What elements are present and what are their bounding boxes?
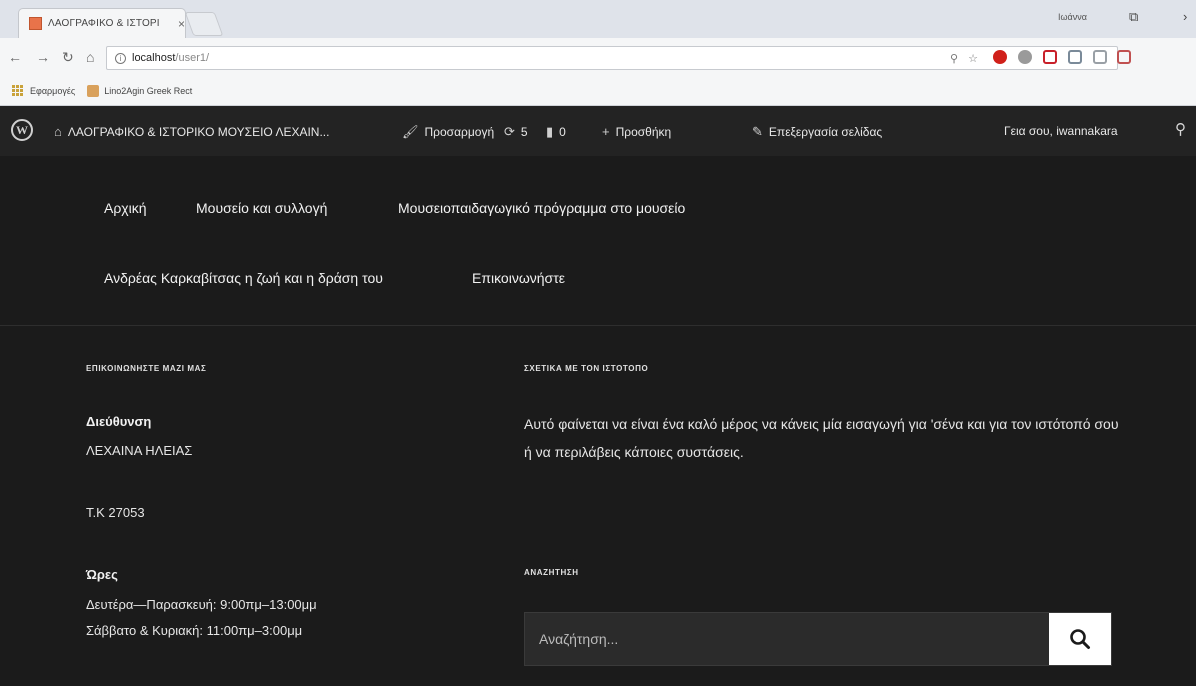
nav-karkavitsas[interactable]: Ανδρέας Καρκαβίτσας η ζωή και η δράση το… xyxy=(104,270,383,286)
window-more-icon[interactable]: › xyxy=(1183,9,1187,24)
hours-weekdays: Δευτέρα—Παρασκευή: 9:00πμ–13:00μμ xyxy=(86,597,317,612)
back-icon[interactable]: ← xyxy=(8,49,22,65)
browser-tab[interactable]: ΛΑΟΓΡΑΦΙΚΟ & ΙΣΤΟΡΙ × xyxy=(18,8,186,38)
admin-edit-page-label: Επεξεργασία σελίδας xyxy=(768,125,883,139)
primary-navigation: Αρχική Μουσείο και συλλογή Μουσειοπαιδαγ… xyxy=(0,156,1196,326)
about-text: Αυτό φαίνεται να είναι ένα καλό μέρος να… xyxy=(524,416,1119,460)
bookmark-favicon-icon xyxy=(87,84,100,97)
search-icon xyxy=(1070,629,1090,649)
shield-extension-icon[interactable] xyxy=(1117,50,1131,64)
bookmark-label: Lino2Agin Greek Rect xyxy=(104,85,193,96)
home-icon[interactable]: ⌂ xyxy=(86,49,94,65)
admin-comments[interactable]: ▮ 0 xyxy=(546,124,566,140)
admin-new[interactable]: + Προσθήκη xyxy=(602,124,671,139)
profile-name[interactable]: Ιωάννα xyxy=(1058,12,1087,22)
plus-icon: + xyxy=(602,124,610,139)
extension-puzzle-icon[interactable] xyxy=(1093,50,1107,64)
home-icon: ⌂ xyxy=(54,124,62,139)
nav-museum-collection[interactable]: Μουσείο και συλλογή xyxy=(196,200,327,216)
search-widget-title: ΑΝΑΖΗΤΗΣΗ xyxy=(524,568,579,577)
nav-education-program[interactable]: Μουσειοπαιδαγωγικό πρόγραμμα στο μουσείο xyxy=(398,200,685,216)
address-label: Διεύθυνση xyxy=(86,414,152,429)
updates-count: 5 xyxy=(520,125,528,139)
search-button[interactable] xyxy=(1049,613,1111,665)
nav-contact[interactable]: Επικοινωνήστε xyxy=(472,270,565,286)
admin-customize-label: Προσαρμογή xyxy=(424,125,495,139)
search-input[interactable] xyxy=(525,613,1049,665)
zoom-icon[interactable]: ⚲ xyxy=(950,52,958,65)
browser-tab-strip: ΛΑΟΓΡΑΦΙΚΟ & ΙΣΤΟΡΙ × Ιωάννα ⧉ › xyxy=(0,0,1196,38)
admin-account[interactable]: Γεια σου, iwannakara xyxy=(1004,124,1118,138)
omnibox-actions: ⚲ ☆ xyxy=(950,52,978,65)
bookmark-label: Εφαρμογές xyxy=(30,85,76,96)
admin-edit-page[interactable]: ✎ Επεξεργασία σελίδας xyxy=(752,124,882,140)
site-content: Αρχική Μουσείο και συλλογή Μουσειοπαιδαγ… xyxy=(0,156,1196,686)
hours-label: Ώρες xyxy=(86,567,118,582)
adblock-extension-icon[interactable] xyxy=(993,50,1007,64)
url-host: localhost xyxy=(132,52,176,64)
admin-greeting: Γεια σου, iwannakara xyxy=(1004,124,1118,138)
url-path: /user1/ xyxy=(175,52,210,64)
search-form xyxy=(524,612,1112,666)
comments-count: 0 xyxy=(559,125,566,139)
admin-site-name-label: ΛΑΟΓΡΑΦΙΚΟ & ΙΣΤΟΡΙΚΟ ΜΟΥΣΕΙΟ ΛΕΧΑΙΝ... xyxy=(67,124,330,139)
extension-icon[interactable] xyxy=(1018,50,1032,64)
pencil-icon: ✎ xyxy=(752,124,763,139)
updates-icon: ⟳ xyxy=(504,124,515,139)
about-widget-title: ΣΧΕΤΙΚΑ ΜΕ ΤΟΝ ΙΣΤΟΤΟΠΟ xyxy=(524,364,649,373)
admin-updates[interactable]: ⟳ 5 xyxy=(504,124,528,140)
contact-widget-title: ΕΠΙΚΟΙΝΩΝΗΣΤΕ ΜΑΖΙ ΜΑΣ xyxy=(86,364,207,373)
new-tab-button[interactable] xyxy=(184,12,224,36)
wordpress-logo-icon[interactable]: W xyxy=(11,119,33,141)
cast-extension-icon[interactable] xyxy=(1068,50,1082,64)
window-restore-icon[interactable]: ⧉ xyxy=(1129,9,1138,25)
bookmark-star-icon[interactable]: ☆ xyxy=(968,52,978,65)
admin-new-label: Προσθήκη xyxy=(615,124,672,139)
address-value: ΛΕΧΑΙΝΑ ΗΛΕΙΑΣ xyxy=(86,443,193,458)
tab-title: ΛΑΟΓΡΑΦΙΚΟ & ΙΣΤΟΡΙ xyxy=(48,18,160,29)
hours-weekend: Σάββατο & Κυριακή: 11:00πμ–3:00μμ xyxy=(86,623,303,638)
reload-icon[interactable]: ↻ xyxy=(62,49,74,66)
comment-icon: ▮ xyxy=(546,124,554,139)
pdf-extension-icon[interactable] xyxy=(1043,50,1057,64)
admin-customize[interactable]: 🖌 Προσαρμογή xyxy=(402,124,494,140)
info-icon[interactable]: i xyxy=(115,52,126,64)
admin-site-name[interactable]: ⌂ ΛΑΟΓΡΑΦΙΚΟ & ΙΣΤΟΡΙΚΟ ΜΟΥΣΕΙΟ ΛΕΧΑΙΝ..… xyxy=(54,124,329,139)
site-favicon-icon xyxy=(29,17,42,30)
wp-admin-bar: W ⌂ ΛΑΟΓΡΑΦΙΚΟ & ΙΣΤΟΡΙΚΟ ΜΟΥΣΕΙΟ ΛΕΧΑΙΝ… xyxy=(0,106,1196,156)
forward-icon[interactable]: → xyxy=(36,49,50,65)
brush-icon: 🖌 xyxy=(402,124,419,139)
bookmarks-bar: Εφαρμογές Lino2Agin Greek Rect xyxy=(0,76,1196,106)
apps-grid-icon xyxy=(12,84,24,97)
bookmark-lino[interactable]: Lino2Agin Greek Rect xyxy=(87,84,193,97)
admin-search-icon[interactable]: ⚲ xyxy=(1175,120,1186,138)
postal-code: T.K 27053 xyxy=(86,505,145,520)
tab-close-icon[interactable]: × xyxy=(178,17,185,31)
nav-home[interactable]: Αρχική xyxy=(104,200,147,216)
bookmark-apps[interactable]: Εφαρμογές xyxy=(12,84,76,97)
